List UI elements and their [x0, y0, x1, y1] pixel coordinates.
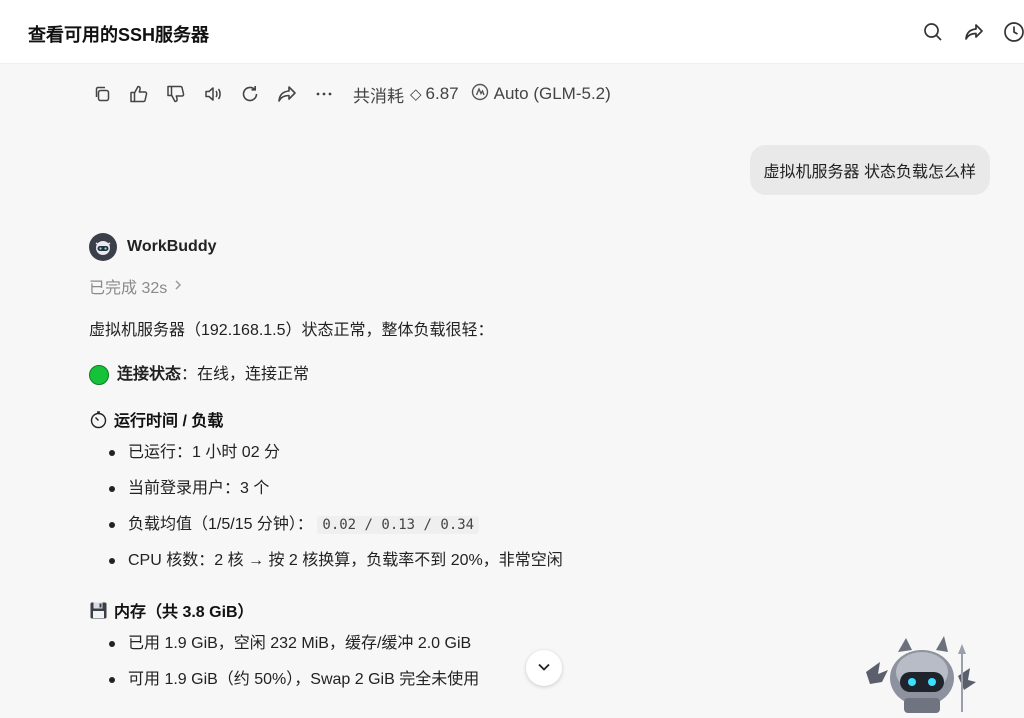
more-icon[interactable] — [312, 82, 336, 106]
uptime-section-heading: 运行时间 / 负载 — [89, 408, 969, 430]
uptime-section-title: 运行时间 / 负载 — [114, 413, 224, 430]
thumbs-up-icon[interactable] — [127, 82, 151, 106]
conversation-title: 查看可用的SSH服务器 — [28, 25, 210, 45]
chevron-down-icon — [537, 659, 551, 677]
cost-label: 共消耗 — [353, 86, 404, 106]
message-action-bar: 共消耗 ◇ 6.87 Auto (GLM-5.2) — [90, 82, 611, 106]
thinking-status-toggle[interactable]: 已完成 32s — [89, 274, 969, 298]
search-icon[interactable] — [921, 20, 945, 44]
list-item-load-average: 负载均值（1/5/15 分钟）： 0.02 / 0.13 / 0.34 — [109, 514, 969, 536]
user-message-bubble: 虚拟机服务器 状态负载怎么样 — [749, 145, 990, 195]
auto-model-icon — [471, 83, 489, 106]
assistant-header: WorkBuddy — [89, 232, 969, 262]
load-average-values: 0.02 / 0.13 / 0.34 — [317, 516, 480, 534]
scroll-to-bottom-button[interactable] — [526, 650, 562, 686]
assistant-message: WorkBuddy 已完成 32s 虚拟机服务器（192.168.1.5）状态正… — [89, 232, 969, 691]
connection-status-line: 连接状态 ：在线，连接正常 — [89, 364, 969, 386]
list-item: CPU 核数：2 核 → 按 2 核换算，负载率不到 20%，非常空闲 — [109, 550, 969, 572]
speaker-icon[interactable] — [201, 82, 225, 106]
connection-label: 连接状态 — [117, 366, 182, 383]
load-average-label: 负载均值（1/5/15 分钟）： — [128, 516, 313, 533]
response-intro: 虚拟机服务器（192.168.1.5）状态正常，整体负载很轻： — [89, 322, 494, 339]
credit-diamond-icon: ◇ — [410, 86, 422, 103]
token-cost: 共消耗 ◇ 6.87 — [353, 82, 459, 107]
list-item: 当前登录用户：3 个 — [109, 478, 969, 500]
floppy-disk-icon — [89, 601, 108, 620]
memory-section-title: 内存（共 3.8 GiB） — [114, 604, 254, 621]
list-item: 已运行：1 小时 02 分 — [109, 442, 969, 464]
history-icon[interactable] — [1002, 20, 1024, 44]
connection-value: ：在线，连接正常 — [181, 366, 310, 383]
thumbs-down-icon[interactable] — [164, 82, 188, 106]
memory-section-heading: 内存（共 3.8 GiB） — [89, 599, 969, 621]
stopwatch-icon — [89, 410, 108, 429]
model-label: Auto (GLM-5.2) — [493, 84, 611, 103]
user-message-text: 虚拟机服务器 状态负载怎么样 — [763, 164, 976, 181]
cost-value: 6.87 — [425, 84, 459, 103]
top-bar: 查看可用的SSH服务器 — [0, 0, 1024, 64]
model-selector[interactable]: Auto (GLM-5.2) — [471, 83, 611, 106]
completion-status: 已完成 32s — [89, 280, 168, 297]
regenerate-icon[interactable] — [238, 82, 262, 106]
workbuddy-avatar-icon — [89, 233, 117, 261]
uptime-list: 已运行：1 小时 02 分 当前登录用户：3 个 负载均值（1/5/15 分钟）… — [109, 442, 969, 572]
share-icon[interactable] — [275, 82, 299, 106]
chevron-right-icon — [173, 278, 183, 294]
green-circle-icon — [89, 365, 109, 385]
copy-icon[interactable] — [90, 82, 114, 106]
workbuddy-mascot-icon[interactable] — [858, 632, 978, 713]
assistant-name: WorkBuddy — [127, 238, 217, 255]
share-icon[interactable] — [962, 20, 986, 44]
